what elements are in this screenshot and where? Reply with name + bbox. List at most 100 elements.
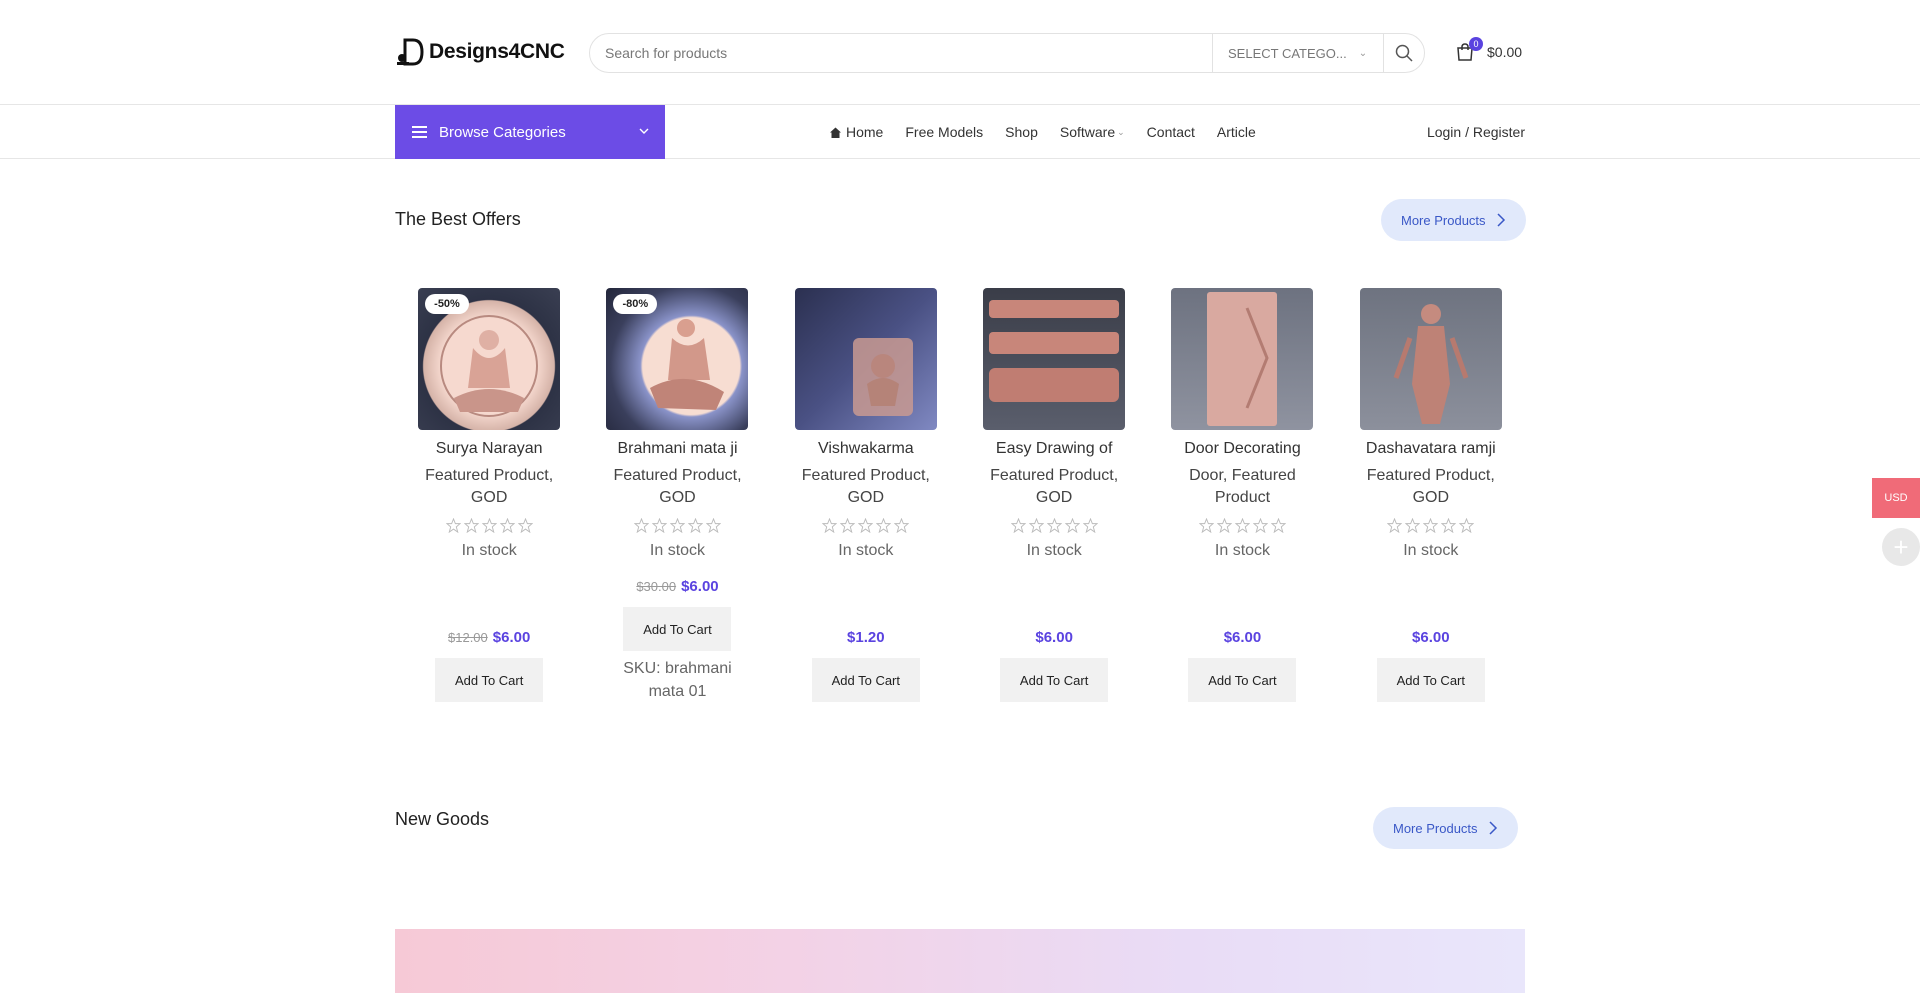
discount-badge: -80% — [613, 294, 658, 314]
product-image[interactable] — [983, 288, 1126, 430]
star-icon — [1270, 518, 1286, 533]
star-icon — [481, 518, 497, 533]
product-categories[interactable]: Featured Product, GOD — [419, 465, 559, 509]
product-categories[interactable]: Featured Product, GOD — [607, 465, 747, 509]
nav-item-home[interactable]: Home — [829, 124, 883, 140]
cart-count-badge: 0 — [1469, 37, 1483, 51]
plus-icon[interactable]: + — [1882, 528, 1920, 566]
add-to-cart-button[interactable]: Add To Cart — [811, 658, 920, 702]
star-icon — [445, 518, 461, 533]
star-icon — [517, 518, 533, 533]
star-icon — [633, 518, 649, 533]
add-to-cart-button[interactable]: Add To Cart — [1000, 658, 1109, 702]
sku-text: SKU: brahmani mata 01 — [623, 660, 732, 700]
menu-icon — [412, 126, 427, 138]
section-title-best-offers: The Best Offers — [395, 209, 521, 229]
product-name[interactable]: Door Decorating — [1184, 439, 1301, 459]
logo-text: Designs4CNC — [429, 40, 565, 63]
product-image[interactable] — [794, 288, 937, 430]
category-select[interactable]: SELECT CATEGO... ⌄ — [1212, 34, 1383, 72]
rating-stars — [1198, 518, 1286, 533]
product-card: Easy Drawing of Featured Product, GOD In… — [960, 288, 1148, 708]
product-name[interactable]: Easy Drawing of — [996, 439, 1113, 459]
add-to-cart-button[interactable]: Add To Cart — [1376, 658, 1485, 702]
cart-total: $0.00 — [1487, 44, 1523, 60]
stock-status: In stock — [1026, 542, 1082, 559]
currency-switcher[interactable]: USD — [1872, 478, 1920, 518]
product-price: $12.00 $6.00 — [395, 629, 583, 646]
nav-item-shop[interactable]: Shop — [1005, 124, 1038, 140]
product-price: $6.00 — [1148, 629, 1336, 646]
product-name[interactable]: Vishwakarma — [818, 439, 914, 459]
product-card: -80% Brahmani mata ji Featured Product, … — [583, 288, 771, 708]
chevron-down-icon: ⌄ — [1358, 47, 1368, 59]
nav-item-label: Home — [846, 124, 884, 140]
star-icon — [1216, 518, 1232, 533]
site-logo[interactable]: Designs4CNC — [395, 36, 565, 68]
star-icon — [1028, 518, 1044, 533]
nav-item-free-models[interactable]: Free Models — [905, 124, 983, 140]
product-categories[interactable]: Featured Product, GOD — [1361, 465, 1501, 509]
product-image[interactable] — [1171, 288, 1314, 430]
nav-item-label: Software — [1059, 124, 1116, 140]
product-image[interactable]: -80% — [606, 288, 749, 430]
category-select-value: SELECT CATEGO... — [1228, 45, 1347, 61]
stock-status: In stock — [649, 542, 706, 559]
product-name[interactable]: Dashavatara ramji — [1366, 439, 1496, 459]
promo-banner[interactable] — [395, 929, 1525, 993]
search-input[interactable] — [590, 34, 1212, 72]
nav-item-label: Article — [1216, 124, 1256, 140]
nav-item-label: Shop — [1005, 124, 1038, 140]
carving-image — [852, 338, 913, 416]
star-icon — [876, 518, 892, 533]
old-price: $30.00 — [636, 579, 677, 594]
star-icon — [1423, 518, 1439, 533]
sale-price: $6.00 — [1223, 629, 1262, 646]
home-icon — [830, 127, 841, 138]
star-icon — [687, 518, 703, 533]
cart-button[interactable]: 0 $0.00 — [1455, 37, 1523, 62]
carving-image — [1393, 304, 1469, 424]
nav-item-article[interactable]: Article — [1217, 124, 1256, 140]
star-icon — [858, 518, 874, 533]
rating-stars — [1010, 518, 1098, 533]
nav-item-software[interactable]: Software ⌄ — [1060, 124, 1125, 140]
product-name[interactable]: Brahmani mata ji — [617, 439, 737, 459]
rating-stars — [1387, 518, 1475, 533]
nav-menu: Home Free Models Shop Software ⌄ Contact… — [829, 105, 1278, 159]
chevron-down-icon: ⌄ — [1117, 126, 1125, 137]
browse-categories-button[interactable]: Browse Categories — [395, 105, 665, 159]
product-price: $6.00 — [960, 629, 1148, 646]
product-categories[interactable]: Featured Product, GOD — [796, 465, 936, 509]
more-products-button[interactable]: More Products — [1373, 807, 1518, 849]
product-categories[interactable]: Featured Product, GOD — [984, 465, 1124, 509]
star-icon — [840, 518, 856, 533]
more-products-button[interactable]: More Products — [1381, 199, 1526, 241]
add-to-cart-button[interactable]: Add To Cart — [1188, 658, 1297, 702]
search-button[interactable] — [1383, 34, 1424, 72]
sale-price: $6.00 — [1035, 629, 1073, 646]
product-image[interactable] — [1359, 288, 1502, 430]
chevron-right-icon — [1497, 213, 1505, 227]
star-icon — [1198, 518, 1214, 533]
product-sku: SKU: brahmani mata 01 — [583, 657, 771, 703]
product-price: $1.20 — [772, 629, 960, 646]
login-register-link[interactable]: Login / Register — [1427, 105, 1525, 159]
nav-item-contact[interactable]: Contact — [1147, 124, 1195, 140]
nav-item-label: Free Models — [905, 124, 984, 140]
carving-image — [989, 300, 1120, 402]
star-icon — [651, 518, 667, 533]
add-to-cart-button[interactable]: Add To Cart — [435, 658, 544, 702]
star-icon — [1252, 518, 1268, 533]
star-icon — [463, 518, 479, 533]
product-image[interactable]: -50% — [418, 288, 561, 430]
sale-price: $6.00 — [492, 629, 531, 646]
star-icon — [822, 518, 838, 533]
product-grid: -50% Surya Narayan Featured Product, GOD… — [395, 288, 1525, 708]
star-icon — [669, 518, 685, 533]
search-icon — [1395, 44, 1413, 62]
product-card: Dashavatara ramji Featured Product, GOD … — [1337, 288, 1525, 708]
product-name[interactable]: Surya Narayan — [436, 439, 543, 459]
add-to-cart-button[interactable]: Add To Cart — [623, 607, 732, 651]
product-categories[interactable]: Door, Featured Product — [1172, 465, 1312, 509]
